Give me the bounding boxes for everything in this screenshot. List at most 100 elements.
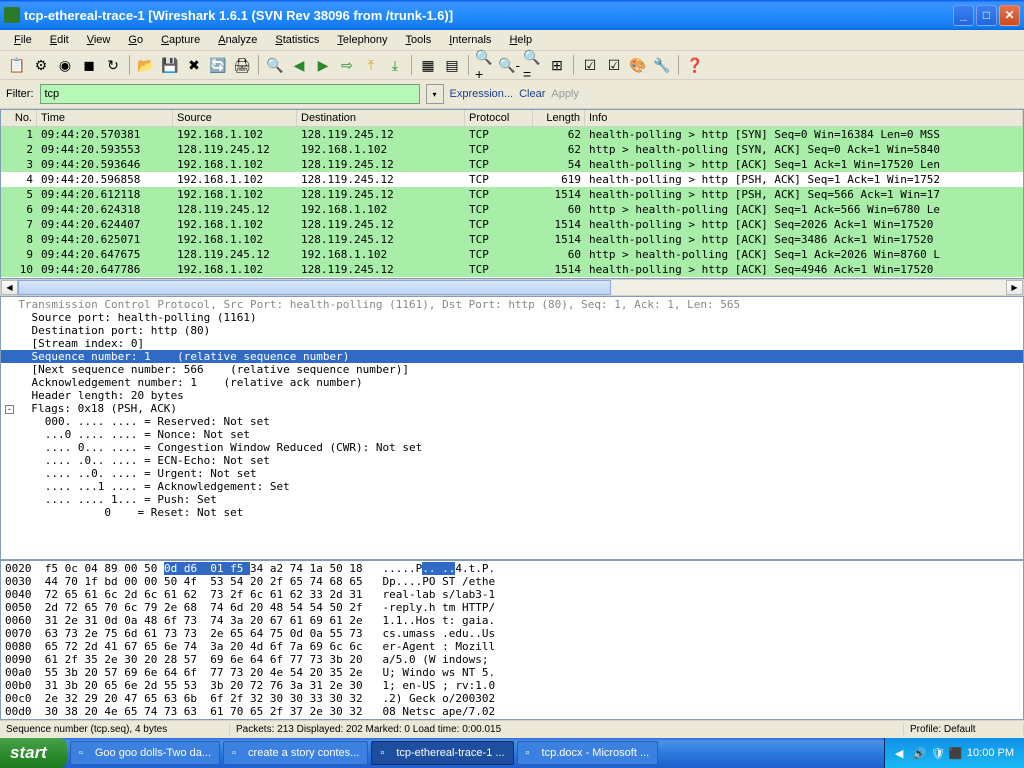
autoscroll-icon[interactable]: ▤ <box>441 54 463 76</box>
packet-row[interactable]: 709:44:20.624407192.168.1.102128.119.245… <box>1 217 1023 232</box>
zoom-out-icon[interactable]: 🔍- <box>498 54 520 76</box>
clear-button[interactable]: Clear <box>519 88 545 100</box>
menu-statistics[interactable]: Statistics <box>267 32 327 48</box>
collapse-icon[interactable]: - <box>5 405 14 414</box>
coloring-rules-icon[interactable]: 🎨 <box>627 54 649 76</box>
display-filters-icon[interactable]: ☑ <box>603 54 625 76</box>
zoom-in-icon[interactable]: 🔍+ <box>474 54 496 76</box>
packet-row[interactable]: 909:44:20.647675128.119.245.12192.168.1.… <box>1 247 1023 262</box>
packet-list[interactable]: No. Time Source Destination Protocol Len… <box>0 109 1024 279</box>
go-first-icon[interactable]: ⤒ <box>360 54 382 76</box>
hex-line: 0070 63 73 2e 75 6d 61 73 73 2e 65 64 75… <box>5 627 1019 640</box>
menu-edit[interactable]: Edit <box>42 32 77 48</box>
app-icon <box>4 7 20 23</box>
packet-row[interactable]: 109:44:20.570381192.168.1.102128.119.245… <box>1 127 1023 142</box>
status-bar: Sequence number (tcp.seq), 4 bytes Packe… <box>0 720 1024 738</box>
packet-row[interactable]: 609:44:20.624318128.119.245.12192.168.1.… <box>1 202 1023 217</box>
packet-row[interactable]: 509:44:20.612118192.168.1.102128.119.245… <box>1 187 1023 202</box>
tray-icon[interactable]: ◀ <box>895 747 907 759</box>
detail-flags[interactable]: - Flags: 0x18 (PSH, ACK) <box>1 402 1023 415</box>
status-profile[interactable]: Profile: Default <box>904 724 1024 735</box>
system-tray[interactable]: ◀ 🔊 🛡 ⬛ 10:00 PM <box>884 738 1024 768</box>
menu-tools[interactable]: Tools <box>398 32 440 48</box>
tray-icon[interactable]: ⬛ <box>949 747 961 759</box>
zoom-100-icon[interactable]: 🔍= <box>522 54 544 76</box>
scroll-thumb[interactable] <box>18 280 611 295</box>
colorize-icon[interactable]: ▦ <box>417 54 439 76</box>
filter-dropdown[interactable]: ▾ <box>426 84 444 104</box>
options-icon[interactable]: ⚙ <box>30 54 52 76</box>
find-icon[interactable]: 🔍 <box>264 54 286 76</box>
packet-row[interactable]: 1009:44:20.647786192.168.1.102128.119.24… <box>1 262 1023 277</box>
packet-row[interactable]: 309:44:20.593646192.168.1.102128.119.245… <box>1 157 1023 172</box>
hex-line: 0090 61 2f 35 2e 30 20 28 57 69 6e 64 6f… <box>5 653 1019 666</box>
taskbar-button[interactable]: ▫Goo goo dolls-Two da... <box>70 741 220 765</box>
start-capture-icon[interactable]: ◉ <box>54 54 76 76</box>
hex-line: 0020 f5 0c 04 89 00 50 0d d6 01 f5 34 a2… <box>5 562 1019 575</box>
packet-row[interactable]: 409:44:20.596858192.168.1.102128.119.245… <box>1 172 1023 187</box>
detail-line: Header length: 20 bytes <box>1 389 1023 402</box>
packet-list-hscroll[interactable]: ◀ ▶ <box>0 279 1024 296</box>
packet-row[interactable]: 809:44:20.625071192.168.1.102128.119.245… <box>1 232 1023 247</box>
help-icon[interactable]: ❓ <box>684 54 706 76</box>
col-length[interactable]: Length <box>533 110 585 126</box>
menu-internals[interactable]: Internals <box>441 32 499 48</box>
save-icon[interactable]: 💾 <box>159 54 181 76</box>
go-back-icon[interactable]: ◀ <box>288 54 310 76</box>
interfaces-icon[interactable]: 📋 <box>6 54 28 76</box>
hex-line: 00b0 31 3b 20 65 6e 2d 55 53 3b 20 72 76… <box>5 679 1019 692</box>
detail-line: .... 0... .... = Congestion Window Reduc… <box>1 441 1023 454</box>
resize-cols-icon[interactable]: ⊞ <box>546 54 568 76</box>
menu-view[interactable]: View <box>79 32 119 48</box>
reload-icon[interactable]: 🔄 <box>207 54 229 76</box>
detail-line: 0 = Reset: Not set <box>1 506 1023 519</box>
packet-bytes[interactable]: 0020 f5 0c 04 89 00 50 0d d6 01 f5 34 a2… <box>0 560 1024 720</box>
print-icon[interactable]: 🖨 <box>231 54 253 76</box>
close-button[interactable]: ✕ <box>999 5 1020 26</box>
capture-filters-icon[interactable]: ☑ <box>579 54 601 76</box>
menu-analyze[interactable]: Analyze <box>210 32 265 48</box>
expression-button[interactable]: Expression... <box>450 88 514 100</box>
col-time[interactable]: Time <box>37 110 173 126</box>
taskbar-button[interactable]: ▫create a story contes... <box>223 741 368 765</box>
col-destination[interactable]: Destination <box>297 110 465 126</box>
filter-input[interactable]: tcp <box>40 84 420 104</box>
minimize-button[interactable]: _ <box>953 5 974 26</box>
taskbar-button[interactable]: ▫tcp-ethereal-trace-1 ... <box>371 741 513 765</box>
toolbar: 📋 ⚙ ◉ ◼ ↻ 📂 💾 ✖ 🔄 🖨 🔍 ◀ ▶ ⇨ ⤒ ⤓ ▦ ▤ 🔍+ 🔍… <box>0 51 1024 80</box>
menu-telephony[interactable]: Telephony <box>329 32 395 48</box>
stop-capture-icon[interactable]: ◼ <box>78 54 100 76</box>
menu-go[interactable]: Go <box>120 32 151 48</box>
taskbar-button[interactable]: ▫tcp.docx - Microsoft ... <box>517 741 659 765</box>
menu-capture[interactable]: Capture <box>153 32 208 48</box>
menu-help[interactable]: Help <box>501 32 540 48</box>
restart-capture-icon[interactable]: ↻ <box>102 54 124 76</box>
close-file-icon[interactable]: ✖ <box>183 54 205 76</box>
scroll-left-icon[interactable]: ◀ <box>1 280 18 295</box>
go-to-icon[interactable]: ⇨ <box>336 54 358 76</box>
go-last-icon[interactable]: ⤓ <box>384 54 406 76</box>
packet-details[interactable]: Transmission Control Protocol, Src Port:… <box>0 296 1024 560</box>
prefs-icon[interactable]: 🔧 <box>651 54 673 76</box>
open-icon[interactable]: 📂 <box>135 54 157 76</box>
col-info[interactable]: Info <box>585 110 1023 126</box>
taskbar: start ▫Goo goo dolls-Two da...▫create a … <box>0 738 1024 768</box>
clock[interactable]: 10:00 PM <box>967 747 1014 759</box>
packet-row[interactable]: 209:44:20.593553128.119.245.12192.168.1.… <box>1 142 1023 157</box>
detail-line: .... .0.. .... = ECN-Echo: Not set <box>1 454 1023 467</box>
col-no[interactable]: No. <box>1 110 37 126</box>
start-button[interactable]: start <box>0 738 67 768</box>
go-forward-icon[interactable]: ▶ <box>312 54 334 76</box>
scroll-right-icon[interactable]: ▶ <box>1006 280 1023 295</box>
apply-button[interactable]: Apply <box>551 88 579 100</box>
col-source[interactable]: Source <box>173 110 297 126</box>
hex-line: 00a0 55 3b 20 57 69 6e 64 6f 77 73 20 4e… <box>5 666 1019 679</box>
detail-line-selected[interactable]: Sequence number: 1 (relative sequence nu… <box>1 350 1023 363</box>
status-packets: Packets: 213 Displayed: 202 Marked: 0 Lo… <box>230 724 904 735</box>
detail-line: Source port: health-polling (1161) <box>1 311 1023 324</box>
maximize-button[interactable]: □ <box>976 5 997 26</box>
tray-icon[interactable]: 🔊 <box>913 747 925 759</box>
menu-file[interactable]: File <box>6 32 40 48</box>
col-protocol[interactable]: Protocol <box>465 110 533 126</box>
tray-icon[interactable]: 🛡 <box>931 747 943 759</box>
